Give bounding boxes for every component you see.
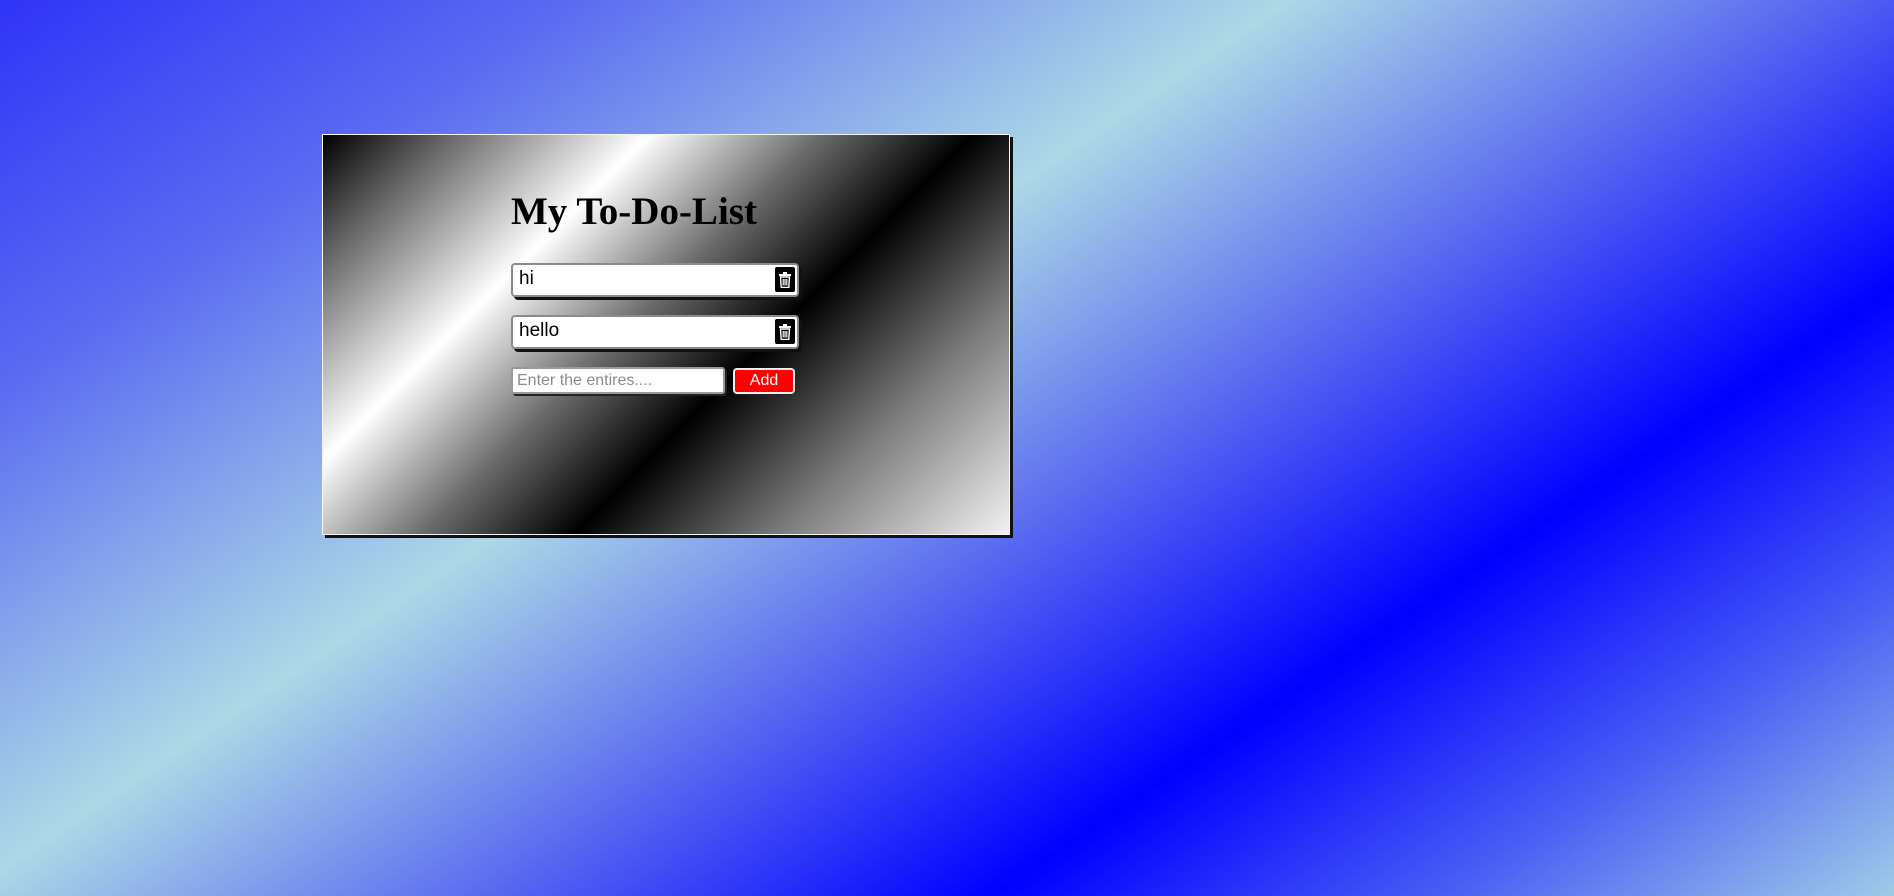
todo-card: My To-Do-List hi hello Enter the entires… [322,134,1010,535]
delete-button[interactable] [775,267,795,292]
entry-input[interactable] [511,367,725,394]
delete-button[interactable] [775,319,795,344]
todo-text: hello [519,320,560,341]
todo-list: hi hello [511,263,799,367]
add-button[interactable]: Add [733,367,795,394]
todo-text: hi [519,268,534,289]
list-item: hello [511,315,799,349]
list-item: hi [511,263,799,297]
add-entry-row: Add [511,367,795,394]
trash-icon [779,323,791,340]
trash-icon [779,271,791,288]
page-title: My To-Do-List [511,190,757,233]
